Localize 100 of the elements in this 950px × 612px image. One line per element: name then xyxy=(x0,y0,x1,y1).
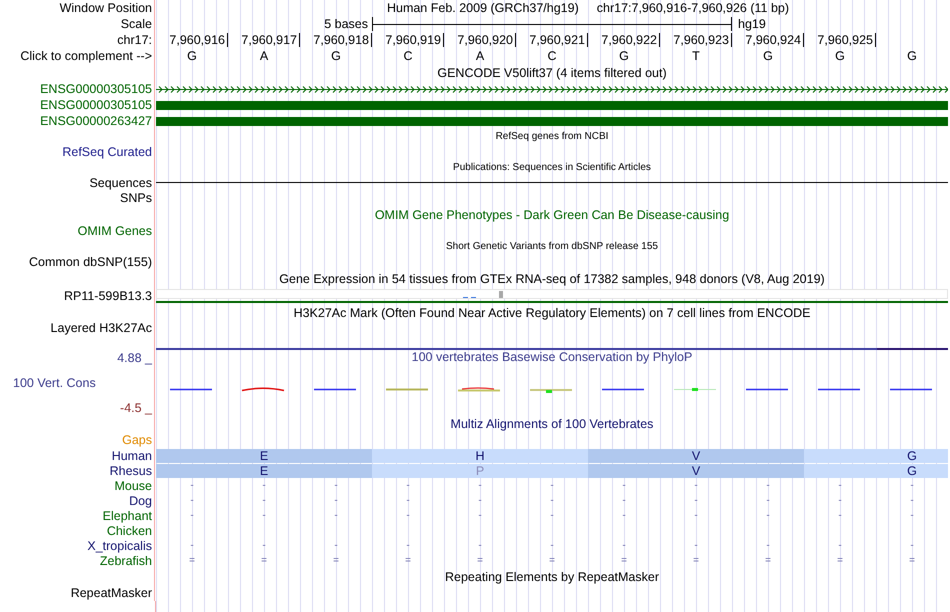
complement-link[interactable]: Click to complement --> xyxy=(20,49,152,63)
alignment-mark: - xyxy=(190,540,194,551)
base-letter[interactable]: G xyxy=(187,49,197,63)
track-label[interactable]: Zebrafish xyxy=(100,554,152,568)
track-label[interactable]: Mouse xyxy=(114,478,152,492)
base-letter[interactable]: G xyxy=(331,49,341,63)
alignment-mark: - xyxy=(478,540,482,551)
track-title: Publications: Sequences in Scientific Articles xyxy=(453,162,651,173)
alignment-mark: = xyxy=(693,555,699,566)
alignment-mark: - xyxy=(406,480,410,491)
alignment-mark: = xyxy=(549,555,555,566)
alignment-mark: - xyxy=(838,510,842,521)
alignment-mark: - xyxy=(550,540,554,551)
alignment-mark: - xyxy=(190,510,194,521)
axis-max-label: 4.88 _ xyxy=(117,351,152,365)
alignment-mark: - xyxy=(334,510,338,521)
base-letter[interactable]: C xyxy=(547,49,557,63)
track-title: Repeating Elements by RepeatMasker xyxy=(444,570,659,584)
amino-acid-block: E xyxy=(156,464,372,478)
track-label[interactable]: RepeatMasker xyxy=(70,586,152,600)
base-letter[interactable]: C xyxy=(403,49,413,63)
alignment-mark: - xyxy=(766,495,770,506)
window-position-label: Window Position xyxy=(60,1,152,15)
alignment-mark: - xyxy=(694,495,698,506)
track-title: OMIM Gene Phenotypes - Dark Green Can Be Disease-causing xyxy=(374,208,730,222)
base-letter[interactable]: G xyxy=(835,49,845,63)
alignment-mark: - xyxy=(550,495,554,506)
alignment-mark: - xyxy=(406,495,410,506)
track-title: Short Genetic Variants from dbSNP release 155 xyxy=(446,241,658,252)
coordinate-label: 7,960,921 xyxy=(529,33,588,47)
alignment-mark: - xyxy=(406,510,410,521)
alignment-mark: = xyxy=(405,555,411,566)
amino-acid-block: V xyxy=(588,449,804,463)
track-label[interactable]: Dog xyxy=(129,494,152,508)
track-label[interactable]: Common dbSNP(155) xyxy=(29,255,152,269)
amino-acid-block: V xyxy=(588,464,804,478)
alignment-mark: = xyxy=(261,555,267,566)
alignment-mark: - xyxy=(478,480,482,491)
alignment-mark: - xyxy=(262,495,266,506)
track-label[interactable]: OMIM Genes xyxy=(78,224,152,238)
track-title: RefSeq genes from NCBI xyxy=(496,131,608,142)
base-letter[interactable]: A xyxy=(260,49,268,63)
scale-label: Scale xyxy=(120,17,152,31)
track-label[interactable]: Elephant xyxy=(102,508,152,522)
base-letter[interactable]: G xyxy=(907,49,917,63)
alignment-mark: = xyxy=(765,555,771,566)
track-label[interactable]: Sequences xyxy=(89,176,152,190)
amino-acid-block: H xyxy=(372,449,588,463)
track-label[interactable]: ENSG00000305105 xyxy=(40,98,152,112)
amino-acid-block: P xyxy=(372,464,588,478)
track-label[interactable]: SNPs xyxy=(120,191,152,205)
alignment-mark: - xyxy=(262,510,266,521)
track-title: H3K27Ac Mark (Often Found Near Active Regulatory Elements) on 7 cell lines from ENCODE xyxy=(294,306,810,320)
alignment-mark: - xyxy=(622,495,626,506)
alignment-mark: - xyxy=(550,480,554,491)
amino-acid-block: E xyxy=(156,449,372,463)
alignment-mark: - xyxy=(550,510,554,521)
alignment-mark: - xyxy=(766,480,770,491)
alignment-mark: - xyxy=(190,495,194,506)
assembly-name: Human Feb. 2009 (GRCh37/hg19) xyxy=(386,1,579,15)
track-label[interactable]: Chicken xyxy=(106,524,152,538)
coordinate-label: 7,960,917 xyxy=(241,33,300,47)
coordinate-label: 7,960,925 xyxy=(817,33,876,47)
alignment-mark: - xyxy=(622,540,626,551)
coordinate-label: 7,960,916 xyxy=(169,33,228,47)
alignment-mark: - xyxy=(838,480,842,491)
track-label[interactable]: 100 Vert. Cons xyxy=(0,376,96,390)
track-label[interactable]: RP11-599B13.3 xyxy=(64,288,152,302)
alignment-mark: - xyxy=(910,480,914,491)
alignment-mark: = xyxy=(837,555,843,566)
alignment-mark: - xyxy=(622,480,626,491)
track-title: 100 vertebrates Basewise Conservation by PhyloP xyxy=(410,350,694,364)
alignment-mark: - xyxy=(766,540,770,551)
alignment-mark: - xyxy=(262,540,266,551)
track-label[interactable]: Layered H3K27Ac xyxy=(50,321,152,335)
alignment-mark: - xyxy=(478,510,482,521)
amino-acid-block: G xyxy=(804,449,948,463)
track-label[interactable]: Rhesus xyxy=(110,464,152,478)
track-label[interactable]: ENSG00000305105 xyxy=(40,82,152,96)
coordinate-label: 7,960,919 xyxy=(385,33,444,47)
track-label[interactable]: RefSeq Curated xyxy=(62,145,152,159)
coordinate-label: 7,960,920 xyxy=(457,33,516,47)
track-label[interactable]: Human xyxy=(112,448,152,462)
alignment-mark: - xyxy=(766,510,770,521)
coordinate-label: 7,960,922 xyxy=(601,33,660,47)
axis-min-label: -4.5 _ xyxy=(120,401,152,415)
chromosome-label: chr17: xyxy=(117,33,152,47)
position-text: chr17:7,960,916-7,960,926 (11 bp) xyxy=(596,1,790,15)
base-letter[interactable]: A xyxy=(476,49,484,63)
track-title: Multiz Alignments of 100 Vertebrates xyxy=(450,416,654,430)
alignment-mark: - xyxy=(694,510,698,521)
base-letter[interactable]: G xyxy=(763,49,773,63)
track-label[interactable]: ENSG00000263427 xyxy=(40,114,152,128)
alignment-mark: - xyxy=(478,495,482,506)
alignment-mark: = xyxy=(477,555,483,566)
base-letter[interactable]: T xyxy=(692,49,700,63)
amino-acid-block: G xyxy=(804,464,948,478)
base-letter[interactable]: G xyxy=(619,49,629,63)
track-label[interactable]: X_tropicalis xyxy=(87,538,152,552)
alignment-mark: - xyxy=(334,540,338,551)
